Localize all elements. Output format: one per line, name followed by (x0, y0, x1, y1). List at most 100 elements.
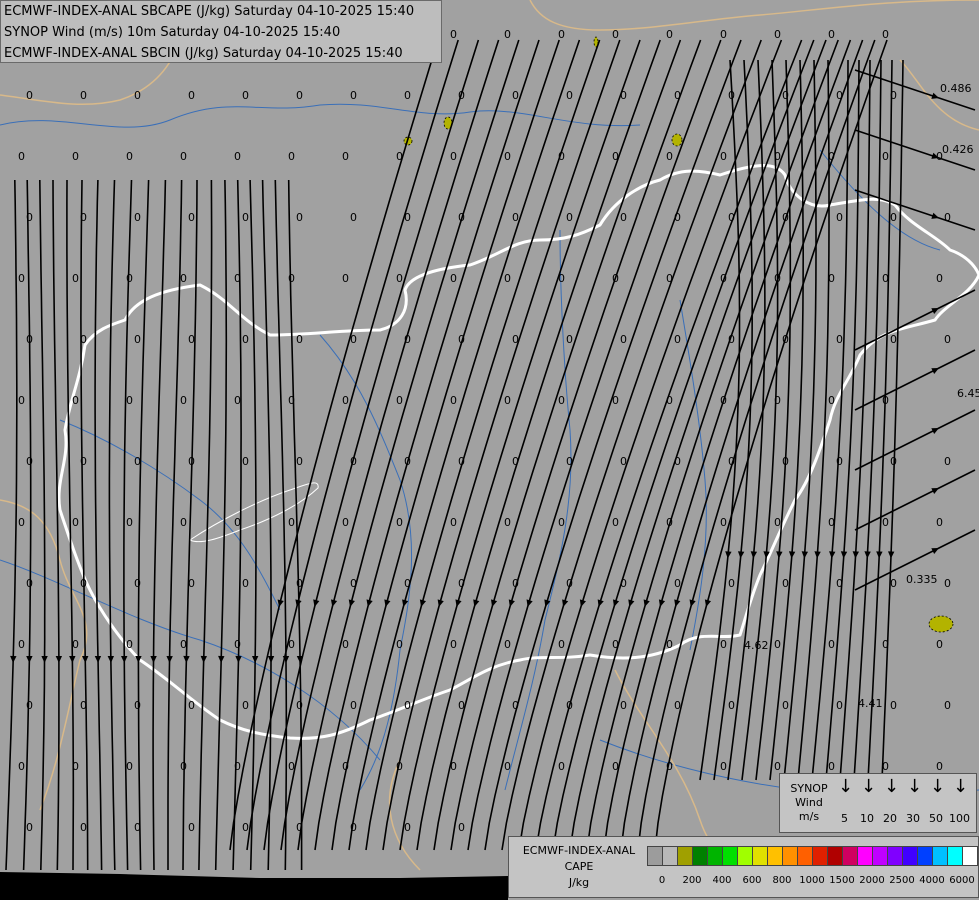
cin-zero-label: 0 (404, 577, 411, 590)
cin-zero-label: 0 (396, 638, 403, 651)
cin-zero-label: 0 (620, 211, 627, 224)
cin-zero-label: 0 (458, 211, 465, 224)
cin-zero-label: 0 (80, 577, 87, 590)
cin-zero-label: 0 (458, 821, 465, 834)
cape-tick: 1000 (799, 875, 825, 886)
value-label: 0.486 (940, 82, 972, 95)
cin-zero-label: 0 (450, 28, 457, 41)
cin-zero-label: 0 (936, 516, 943, 529)
synop-speed: 10 (860, 812, 874, 825)
cin-zero-label: 0 (134, 211, 141, 224)
cin-zero-label: 0 (450, 150, 457, 163)
cin-zero-label: 0 (458, 455, 465, 468)
cape-tick: 2500 (889, 875, 915, 886)
cin-zero-label: 0 (288, 516, 295, 529)
cin-zero-label: 0 (504, 28, 511, 41)
cin-zero-label: 0 (288, 760, 295, 773)
cin-zero-label: 0 (836, 89, 843, 102)
cin-zero-label: 0 (674, 89, 681, 102)
synop-wind-legend: SYNOP Wind m/s ↓ ↓ ↓ ↓ ↓ ↓ 5 10 20 30 50… (779, 773, 977, 833)
cin-zero-label: 0 (512, 455, 519, 468)
cin-zero-label: 0 (234, 394, 241, 407)
cape-swatch (902, 846, 918, 866)
cin-zero-label: 0 (396, 760, 403, 773)
cin-zero-label: 0 (288, 638, 295, 651)
cin-zero-label: 0 (612, 516, 619, 529)
cin-zero-label: 0 (720, 28, 727, 41)
cin-zero-label: 0 (882, 760, 889, 773)
cin-zero-label: 0 (72, 272, 79, 285)
cin-zero-label: 0 (18, 272, 25, 285)
cin-zero-label: 0 (18, 638, 25, 651)
cin-zero-label: 0 (512, 211, 519, 224)
cin-zero-label: 0 (126, 516, 133, 529)
cin-zero-label: 0 (504, 150, 511, 163)
cin-zero-label: 0 (728, 333, 735, 346)
cin-zero-label: 0 (396, 394, 403, 407)
value-label: 4.62 (744, 639, 769, 652)
cin-zero-label: 0 (936, 638, 943, 651)
cin-zero-label: 0 (512, 577, 519, 590)
cin-zero-label: 0 (450, 516, 457, 529)
cin-zero-label: 0 (836, 211, 843, 224)
cin-zero-label: 0 (458, 89, 465, 102)
value-label: 6.45 (957, 387, 979, 400)
cape-swatch (647, 846, 663, 866)
cin-zero-label: 0 (234, 150, 241, 163)
cin-zero-label: 0 (404, 211, 411, 224)
cin-zero-label: 0 (134, 821, 141, 834)
cin-zero-label: 0 (72, 760, 79, 773)
cin-zero-label: 0 (720, 516, 727, 529)
cin-zero-label: 0 (126, 760, 133, 773)
cin-zero-label: 0 (512, 333, 519, 346)
cin-zero-label: 0 (80, 211, 87, 224)
cin-zero-label: 0 (828, 760, 835, 773)
cin-zero-label: 0 (242, 211, 249, 224)
cin-zero-label: 0 (458, 577, 465, 590)
cin-zero-label: 0 (242, 455, 249, 468)
cin-zero-label: 0 (126, 394, 133, 407)
cape-tick: 800 (772, 875, 792, 886)
cin-zero-label: 0 (944, 699, 951, 712)
cin-zero-label: 0 (134, 455, 141, 468)
cape-swatch (947, 846, 963, 866)
cin-zero-label: 0 (666, 28, 673, 41)
cin-zero-label: 0 (296, 455, 303, 468)
cin-zero-label: 0 (774, 638, 781, 651)
cin-zero-label: 0 (728, 577, 735, 590)
cin-zero-label: 0 (404, 89, 411, 102)
cin-zero-label: 0 (296, 89, 303, 102)
cin-zero-label: 0 (342, 516, 349, 529)
title-line-cin: ECMWF-INDEX-ANAL SBCIN (J/kg) Saturday 0… (4, 46, 403, 61)
down-arrow-icon: ↓ (861, 776, 877, 797)
cin-zero-label: 0 (620, 577, 627, 590)
cin-zero-label: 0 (18, 516, 25, 529)
cape-swatch (692, 846, 708, 866)
cin-zero-label: 0 (782, 455, 789, 468)
cin-zero-label: 0 (728, 699, 735, 712)
cin-zero-label: 0 (18, 760, 25, 773)
cin-zero-label: 0 (558, 516, 565, 529)
synop-speed: 5 (841, 812, 848, 825)
cape-swatch (842, 846, 858, 866)
cin-zero-label: 0 (504, 272, 511, 285)
cin-zero-label: 0 (836, 455, 843, 468)
cin-zero-label: 0 (188, 577, 195, 590)
cin-zero-label: 0 (620, 699, 627, 712)
value-label: 4.41 (858, 697, 883, 710)
cin-zero-label: 0 (234, 760, 241, 773)
cin-zero-label: 0 (782, 333, 789, 346)
down-arrow-icon: ↓ (884, 776, 900, 797)
cin-zero-label: 0 (890, 211, 897, 224)
cin-zero-label: 0 (666, 272, 673, 285)
cin-zero-label: 0 (936, 272, 943, 285)
cin-zero-label: 0 (450, 760, 457, 773)
cin-zero-label: 0 (342, 760, 349, 773)
cin-zero-label: 0 (18, 150, 25, 163)
cin-zero-label: 0 (774, 516, 781, 529)
cape-patch (671, 133, 683, 147)
cin-zero-label: 0 (26, 577, 33, 590)
cin-zero-label: 0 (72, 638, 79, 651)
cin-zero-label: 0 (774, 272, 781, 285)
cin-zero-label: 0 (350, 211, 357, 224)
